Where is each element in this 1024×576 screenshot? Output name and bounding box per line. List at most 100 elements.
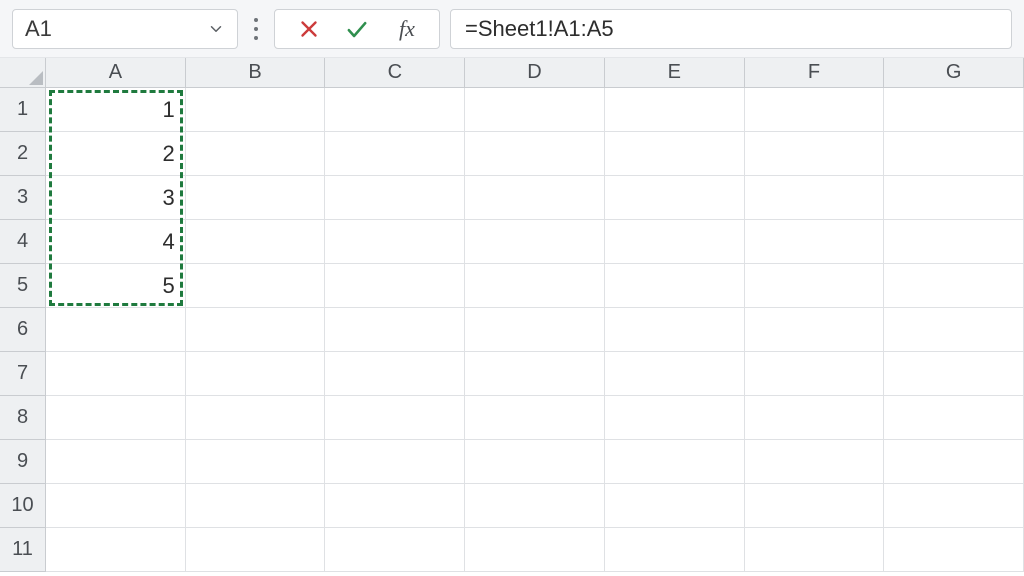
row-header[interactable]: 11 bbox=[0, 528, 46, 572]
cell[interactable] bbox=[605, 528, 745, 572]
cell[interactable] bbox=[186, 264, 326, 308]
cell[interactable] bbox=[186, 308, 326, 352]
name-box-resize-handle[interactable] bbox=[248, 13, 264, 45]
cell[interactable] bbox=[186, 176, 326, 220]
cell[interactable] bbox=[46, 308, 186, 352]
cell[interactable] bbox=[325, 264, 465, 308]
cell[interactable] bbox=[465, 484, 605, 528]
cell[interactable] bbox=[884, 264, 1024, 308]
cell[interactable] bbox=[46, 352, 186, 396]
cell[interactable] bbox=[465, 220, 605, 264]
row-header[interactable]: 2 bbox=[0, 132, 46, 176]
row-header[interactable]: 8 bbox=[0, 396, 46, 440]
name-box[interactable]: A1 bbox=[12, 9, 238, 49]
cell[interactable] bbox=[325, 88, 465, 132]
cell[interactable] bbox=[325, 396, 465, 440]
cell[interactable]: 3 bbox=[46, 176, 186, 220]
cell[interactable] bbox=[325, 176, 465, 220]
cell[interactable] bbox=[605, 176, 745, 220]
cell[interactable] bbox=[745, 308, 885, 352]
cell[interactable] bbox=[745, 88, 885, 132]
cell[interactable] bbox=[745, 132, 885, 176]
cancel-edit-button[interactable] bbox=[285, 10, 333, 48]
cell[interactable]: 4 bbox=[46, 220, 186, 264]
column-header[interactable]: C bbox=[325, 58, 465, 88]
cell[interactable] bbox=[465, 176, 605, 220]
cell[interactable] bbox=[186, 484, 326, 528]
cell[interactable] bbox=[745, 440, 885, 484]
cell-area[interactable]: 12345 bbox=[46, 88, 1024, 576]
column-header[interactable]: F bbox=[745, 58, 885, 88]
insert-function-button[interactable]: fx bbox=[381, 10, 429, 48]
cell[interactable] bbox=[605, 396, 745, 440]
cell[interactable] bbox=[605, 484, 745, 528]
cell[interactable] bbox=[46, 528, 186, 572]
cell[interactable] bbox=[465, 396, 605, 440]
cell[interactable] bbox=[186, 528, 326, 572]
accept-edit-button[interactable] bbox=[333, 10, 381, 48]
cell[interactable] bbox=[605, 264, 745, 308]
cell[interactable] bbox=[884, 396, 1024, 440]
cell[interactable] bbox=[884, 308, 1024, 352]
cell[interactable] bbox=[325, 132, 465, 176]
cell[interactable] bbox=[186, 352, 326, 396]
cell[interactable] bbox=[186, 440, 326, 484]
cell[interactable] bbox=[325, 528, 465, 572]
cell[interactable] bbox=[745, 352, 885, 396]
cell[interactable] bbox=[745, 484, 885, 528]
cell[interactable] bbox=[745, 528, 885, 572]
cell[interactable] bbox=[605, 132, 745, 176]
cell[interactable] bbox=[186, 88, 326, 132]
row-header[interactable]: 4 bbox=[0, 220, 46, 264]
cell[interactable]: 2 bbox=[46, 132, 186, 176]
cell[interactable] bbox=[605, 440, 745, 484]
cell[interactable] bbox=[46, 440, 186, 484]
cell[interactable] bbox=[186, 132, 326, 176]
cell[interactable] bbox=[745, 264, 885, 308]
row-header[interactable]: 5 bbox=[0, 264, 46, 308]
cell[interactable] bbox=[745, 176, 885, 220]
cell[interactable] bbox=[325, 220, 465, 264]
cell[interactable] bbox=[884, 88, 1024, 132]
cell[interactable] bbox=[186, 220, 326, 264]
row-header[interactable]: 9 bbox=[0, 440, 46, 484]
column-header[interactable]: E bbox=[605, 58, 745, 88]
row-header[interactable]: 1 bbox=[0, 88, 46, 132]
cell[interactable] bbox=[884, 440, 1024, 484]
cell[interactable] bbox=[325, 308, 465, 352]
cell[interactable] bbox=[465, 88, 605, 132]
cell[interactable] bbox=[465, 528, 605, 572]
column-header[interactable]: G bbox=[884, 58, 1024, 88]
cell[interactable]: 5 bbox=[46, 264, 186, 308]
formula-bar-input[interactable]: =Sheet1!A1:A5 bbox=[450, 9, 1012, 49]
cell[interactable] bbox=[46, 396, 186, 440]
row-header[interactable]: 10 bbox=[0, 484, 46, 528]
select-all-corner[interactable] bbox=[0, 58, 46, 88]
cell[interactable] bbox=[465, 264, 605, 308]
chevron-down-icon[interactable] bbox=[207, 20, 225, 38]
cell[interactable] bbox=[325, 484, 465, 528]
cell[interactable] bbox=[884, 220, 1024, 264]
cell[interactable] bbox=[884, 352, 1024, 396]
cell[interactable] bbox=[745, 220, 885, 264]
cell[interactable] bbox=[605, 308, 745, 352]
column-header[interactable]: B bbox=[186, 58, 326, 88]
cell[interactable] bbox=[605, 352, 745, 396]
row-header[interactable]: 6 bbox=[0, 308, 46, 352]
cell[interactable] bbox=[465, 132, 605, 176]
cell[interactable] bbox=[465, 352, 605, 396]
cell[interactable] bbox=[884, 528, 1024, 572]
cell[interactable] bbox=[46, 484, 186, 528]
cell[interactable] bbox=[465, 308, 605, 352]
cell[interactable] bbox=[605, 220, 745, 264]
column-header[interactable]: A bbox=[46, 58, 186, 88]
cell[interactable] bbox=[884, 132, 1024, 176]
cell[interactable] bbox=[884, 176, 1024, 220]
cell[interactable] bbox=[745, 396, 885, 440]
cell[interactable] bbox=[605, 88, 745, 132]
column-header[interactable]: D bbox=[465, 58, 605, 88]
spreadsheet-grid[interactable]: ABCDEFG 1234567891011 12345 bbox=[0, 58, 1024, 576]
cell[interactable] bbox=[325, 352, 465, 396]
cell[interactable] bbox=[186, 396, 326, 440]
cell[interactable] bbox=[465, 440, 605, 484]
